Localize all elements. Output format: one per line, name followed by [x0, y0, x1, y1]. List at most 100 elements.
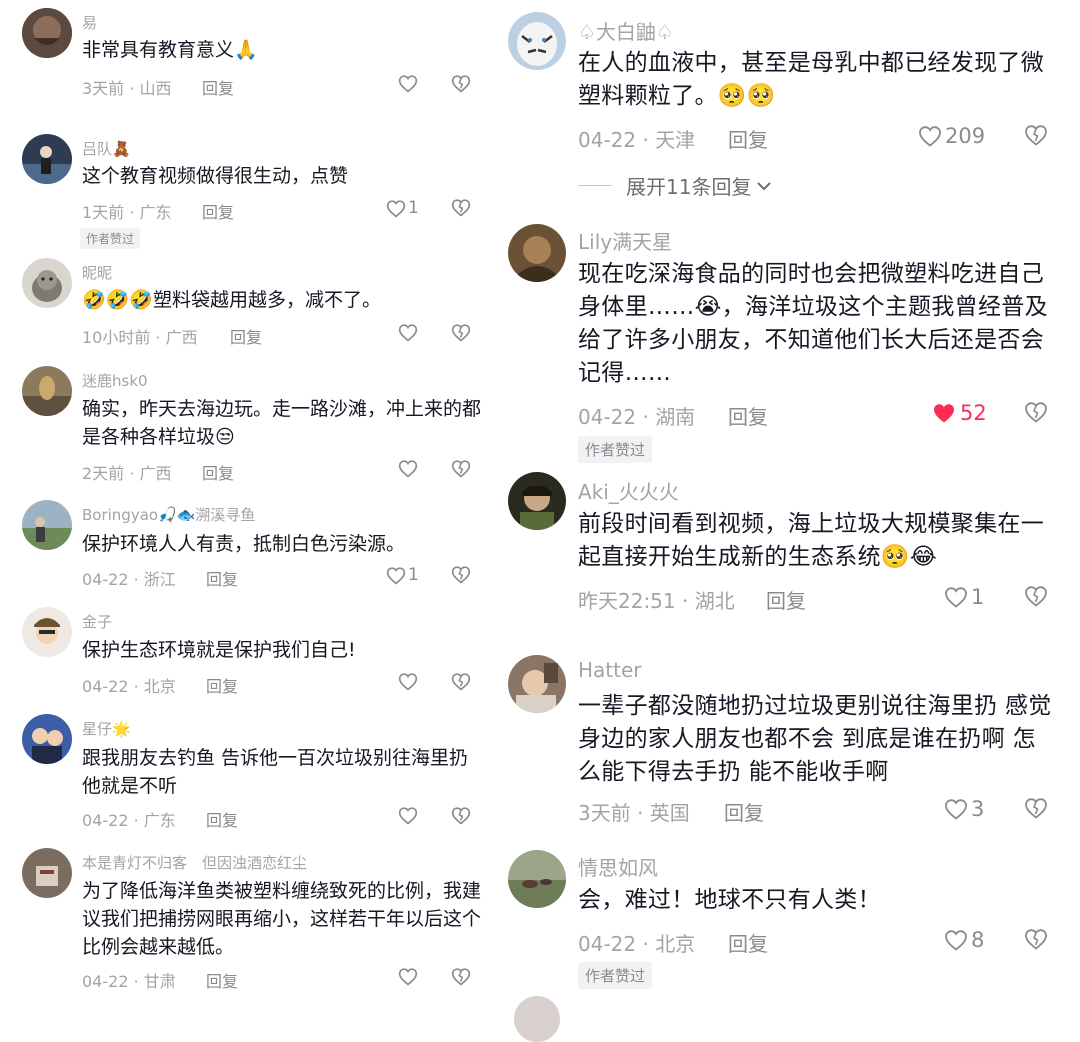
reply-button[interactable]: 回复	[206, 566, 238, 590]
dislike-button[interactable]	[451, 323, 471, 346]
avatar[interactable]	[22, 500, 72, 550]
reply-button[interactable]: 回复	[728, 124, 768, 153]
broken-heart-icon	[451, 75, 471, 93]
like-button[interactable]: 1	[386, 198, 419, 218]
avatar[interactable]	[508, 472, 566, 530]
comment-meta: 10小时前 · 广西	[82, 328, 198, 347]
heart-icon	[398, 460, 418, 478]
heart-icon	[398, 673, 418, 691]
comment-meta: 04-22 · 广东	[82, 811, 176, 830]
like-button[interactable]: 209	[918, 124, 985, 148]
dislike-button[interactable]	[451, 74, 471, 97]
avatar[interactable]	[22, 134, 72, 184]
like-button[interactable]: 1	[386, 565, 419, 585]
broken-heart-icon	[1025, 402, 1047, 423]
dislike-button[interactable]	[451, 565, 471, 588]
comment-meta: 3天前 · 英国	[578, 801, 690, 825]
heart-icon	[398, 75, 418, 93]
comment-meta: 2天前 · 广西	[82, 464, 172, 483]
author-liked-badge: 作者赞过	[578, 436, 653, 463]
reply-button[interactable]: 回复	[202, 199, 234, 223]
comment-text: 前段时间看到视频，海上垃圾大规模聚集在一起直接开始生成新的生态系统🥺😂	[578, 511, 1044, 570]
reply-button[interactable]: 回复	[206, 673, 238, 697]
comment-meta: 04-22 · 天津	[578, 128, 696, 152]
username[interactable]: 迷鹿hsk0	[82, 370, 148, 391]
username[interactable]: 情思如风	[578, 852, 658, 881]
username[interactable]: Hatter	[578, 658, 642, 682]
reply-button[interactable]: 回复	[728, 928, 768, 957]
like-button[interactable]: 3	[944, 797, 984, 821]
dislike-button[interactable]	[451, 967, 471, 990]
reply-button[interactable]: 回复	[202, 460, 234, 484]
dislike-button[interactable]	[1024, 401, 1048, 427]
divider	[578, 185, 612, 186]
comment-text: 保护生态环境就是保护我们自己!	[82, 639, 356, 661]
username[interactable]: Boringyao🎣🐟溯溪寻鱼	[82, 504, 255, 525]
dislike-button[interactable]	[1024, 928, 1048, 954]
dislike-button[interactable]	[1024, 124, 1048, 150]
username[interactable]: 本是青灯不归客 但因浊酒恋红尘	[82, 852, 307, 873]
avatar[interactable]	[508, 655, 566, 713]
reply-button[interactable]: 回复	[206, 968, 238, 992]
broken-heart-icon	[451, 460, 471, 478]
comment-meta: 04-22 · 北京	[578, 932, 696, 956]
comment-text: 这个教育视频做得很生动，点赞	[82, 165, 349, 187]
expand-replies-button[interactable]: 展开11条回复	[578, 171, 773, 200]
like-button[interactable]	[398, 967, 418, 986]
comment-text: 一辈子都没随地扔过垃圾更别说往海里扔 感觉身边的家人朋友也都不会 到底是谁在扔啊…	[578, 693, 1052, 785]
dislike-button[interactable]	[451, 459, 471, 482]
reply-button[interactable]: 回复	[728, 401, 768, 430]
comment-text: 为了降低海洋鱼类被塑料缠绕致死的比例，我建议我们把捕捞网眼再缩小，这样若干年以后…	[82, 880, 482, 958]
username[interactable]: ♤大白鼬♤	[578, 16, 674, 45]
avatar[interactable]	[508, 12, 566, 70]
reply-button[interactable]: 回复	[202, 75, 234, 99]
username[interactable]: Aki_火火火	[578, 476, 679, 505]
comment-meta: 04-22 · 浙江	[82, 570, 176, 589]
avatar[interactable]	[508, 224, 566, 282]
avatar[interactable]	[22, 607, 72, 657]
dislike-button[interactable]	[451, 672, 471, 695]
reply-button[interactable]: 回复	[724, 797, 764, 826]
username[interactable]: 易	[82, 12, 97, 33]
avatar[interactable]	[22, 258, 72, 308]
like-button[interactable]	[398, 672, 418, 691]
like-button[interactable]	[398, 459, 418, 478]
username[interactable]: 星仔🌟	[82, 718, 131, 739]
author-liked-badge: 作者赞过	[80, 228, 141, 249]
like-button[interactable]	[398, 323, 418, 342]
avatar[interactable]	[508, 850, 566, 908]
comment-text: 保护环境人人有责，抵制白色污染源。	[82, 533, 406, 555]
username[interactable]: 金子	[82, 611, 112, 632]
broken-heart-icon	[451, 199, 471, 217]
comment-text: 🤣🤣🤣塑料袋越用越多，减不了。	[82, 289, 381, 311]
comment-meta: 04-22 · 北京	[82, 677, 176, 696]
dislike-button[interactable]	[1024, 797, 1048, 823]
like-button[interactable]: 52	[932, 401, 987, 425]
expand-replies-label: 展开11条回复	[626, 175, 752, 199]
reply-button[interactable]: 回复	[766, 585, 806, 614]
chevron-down-icon	[757, 181, 772, 190]
username[interactable]: Lily满天星	[578, 226, 672, 255]
like-button[interactable]	[398, 74, 418, 93]
broken-heart-icon	[1025, 929, 1047, 950]
like-button[interactable]: 1	[944, 585, 984, 609]
heart-icon	[945, 587, 967, 608]
broken-heart-icon	[451, 968, 471, 986]
reply-button[interactable]: 回复	[206, 807, 238, 831]
username[interactable]: 吕队🧸	[82, 138, 131, 159]
comment-meta: 3天前 · 山西	[82, 79, 172, 98]
like-button[interactable]	[398, 806, 418, 825]
avatar[interactable]	[22, 714, 72, 764]
username[interactable]: 昵昵	[82, 262, 112, 283]
avatar[interactable]	[22, 8, 72, 58]
dislike-button[interactable]	[451, 198, 471, 221]
avatar[interactable]	[22, 848, 72, 898]
heart-icon	[919, 126, 941, 147]
dislike-button[interactable]	[451, 806, 471, 829]
comment-text: 在人的血液中，甚至是母乳中都已经发现了微塑料颗粒了。🥺🥺	[578, 50, 1044, 109]
broken-heart-icon	[1025, 125, 1047, 146]
reply-button[interactable]: 回复	[230, 324, 262, 348]
like-button[interactable]: 8	[944, 928, 984, 952]
avatar[interactable]	[22, 366, 72, 416]
dislike-button[interactable]	[1024, 585, 1048, 611]
